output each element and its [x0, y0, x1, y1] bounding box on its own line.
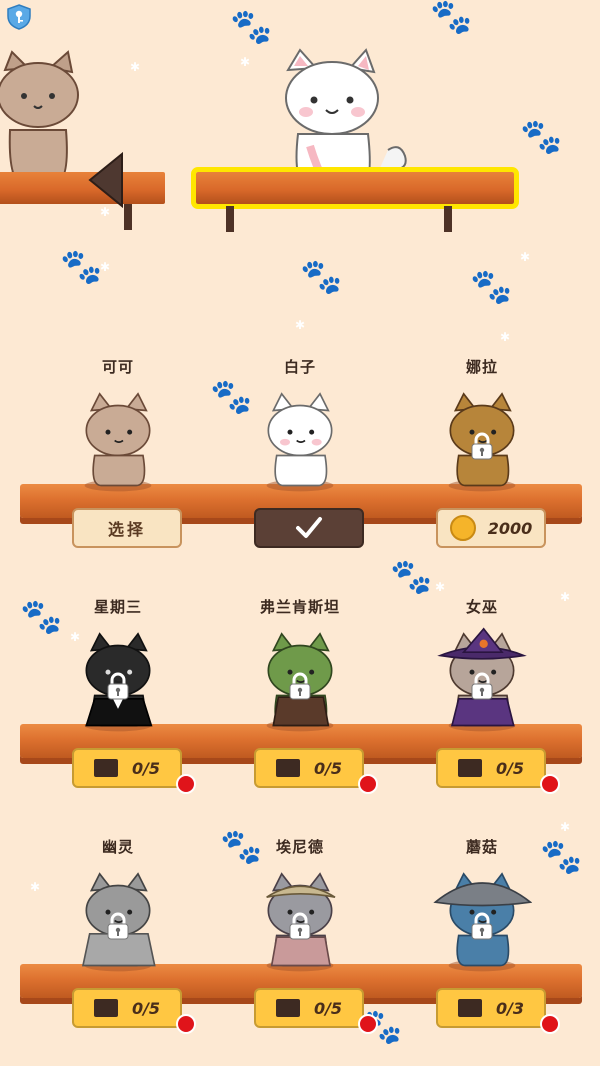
- select-button[interactable]: 选择: [72, 508, 182, 548]
- cat-slot[interactable]: 埃尼德 0/5: [210, 836, 390, 1066]
- notification-dot: [176, 1014, 196, 1034]
- cat-white-icon: [266, 392, 334, 492]
- lock-icon: [471, 672, 493, 700]
- cat-slot[interactable]: 白子 ✔: [210, 356, 390, 596]
- price-label: 2000: [487, 518, 533, 538]
- notification-dot: [540, 1014, 560, 1034]
- cat-figure: [250, 382, 350, 494]
- buy-button[interactable]: 2000: [436, 508, 546, 548]
- watch-video-button[interactable]: 0/5: [436, 748, 546, 788]
- cat-name-label: 女巫: [465, 598, 498, 616]
- notification-dot: [540, 774, 560, 794]
- video-progress-label: 0/5: [131, 758, 161, 778]
- cat-name-label: 埃尼德: [275, 838, 324, 856]
- cat-row: 幽灵 0/5 埃尼德 0/5 蘑菇 0/3: [0, 836, 600, 1066]
- lock-icon: [107, 672, 129, 700]
- cat-name-label: 娜拉: [465, 358, 498, 376]
- notification-dot: [358, 1014, 378, 1034]
- video-progress-label: 0/5: [313, 998, 343, 1018]
- paw-print-icon: 🐾: [430, 0, 473, 37]
- lock-icon: [289, 912, 311, 940]
- film-icon: [93, 999, 118, 1017]
- film-icon: [275, 999, 300, 1017]
- cat-slot[interactable]: 女巫 0/5: [392, 596, 572, 836]
- paw-print-icon: 🐾: [60, 247, 103, 287]
- cat-row: 可可 选择 白子 ✔ 娜拉: [0, 356, 600, 596]
- watch-video-button[interactable]: 0/5: [254, 988, 364, 1028]
- watch-video-button[interactable]: 0/3: [436, 988, 546, 1028]
- cat-slot[interactable]: 星期三 0/5: [28, 596, 208, 836]
- video-progress-label: 0/5: [313, 758, 343, 778]
- cat-name-label: 蘑菇: [465, 838, 498, 856]
- video-progress-label: 0/5: [131, 998, 161, 1018]
- cat-figure: [68, 382, 168, 494]
- paw-print-icon: 🐾: [230, 7, 273, 47]
- cat-slot[interactable]: 可可 选择: [28, 356, 208, 596]
- cat-slot[interactable]: 蘑菇 0/3: [392, 836, 572, 1066]
- cat-slot[interactable]: 娜拉 2000: [392, 356, 572, 596]
- paw-print-icon: 🐾: [300, 257, 343, 297]
- video-progress-label: 0/3: [495, 998, 525, 1018]
- cat-tabby-icon: [84, 392, 152, 492]
- shelf-left: [0, 172, 165, 204]
- shelf-selected: [191, 167, 519, 209]
- cat-display-area: [0, 40, 600, 240]
- coin-icon: [449, 515, 476, 541]
- cat-row: 星期三 0/5 弗兰肯斯坦 0/5 女巫 0/5: [0, 596, 600, 836]
- cat-name-label: 弗兰肯斯坦: [259, 598, 340, 616]
- cat-slot[interactable]: 弗兰肯斯坦 0/5: [210, 596, 390, 836]
- lock-icon: [107, 912, 129, 940]
- video-progress-label: 0/5: [495, 758, 525, 778]
- cat-name-label: 白子: [283, 358, 316, 376]
- film-icon: [457, 759, 482, 777]
- film-icon: [275, 759, 300, 777]
- shield-key-icon[interactable]: [6, 4, 32, 30]
- watch-video-button[interactable]: 0/5: [254, 748, 364, 788]
- paw-print-icon: 🐾: [470, 267, 513, 307]
- cat-name-label: 可可: [101, 358, 134, 376]
- triangle-left-icon[interactable]: [88, 152, 124, 208]
- cat-slot[interactable]: 幽灵 0/5: [28, 836, 208, 1066]
- checkmark-icon: [296, 517, 322, 538]
- film-icon: [93, 759, 118, 777]
- watch-video-button[interactable]: 0/5: [72, 988, 182, 1028]
- cat-tabby-icon: [0, 50, 79, 186]
- lock-icon: [471, 432, 493, 460]
- cat-name-label: 星期三: [93, 598, 142, 616]
- watch-video-button[interactable]: 0/5: [72, 748, 182, 788]
- notification-dot: [176, 774, 196, 794]
- lock-icon: [289, 672, 311, 700]
- film-icon: [457, 999, 482, 1017]
- cat-name-label: 幽灵: [101, 838, 134, 856]
- selected-button[interactable]: ✔: [254, 508, 364, 548]
- lock-icon: [471, 912, 493, 940]
- notification-dot: [358, 774, 378, 794]
